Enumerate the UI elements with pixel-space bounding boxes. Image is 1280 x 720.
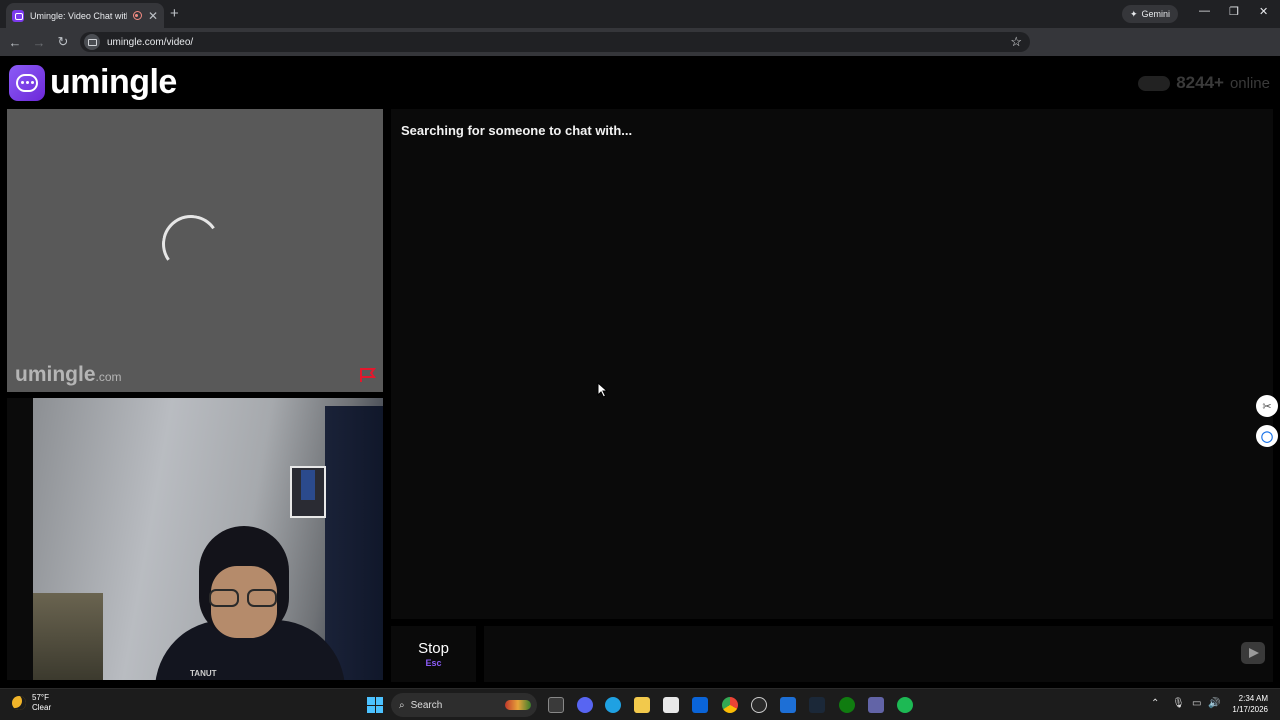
browser-tab-bar: Umingle: Video Chat with S ✕ + ✦ Gemini … [0,0,1280,28]
forward-icon[interactable]: → [27,35,51,50]
browser-tab[interactable]: Umingle: Video Chat with S ✕ [6,3,164,28]
theme-toggle[interactable] [1138,75,1171,91]
temperature: 57°F [32,693,49,702]
spotify-icon[interactable] [897,697,913,713]
chat-log: Searching for someone to chat with... [391,109,1273,619]
url-text: umingle.com/video/ [107,36,194,48]
umingle-page: umingle 8244+ online umingle.com TANUT S… [0,56,1280,688]
vscode-icon[interactable] [780,697,796,713]
assistant-icon[interactable]: ◯ [1256,425,1278,447]
stop-shortcut: Esc [425,658,442,668]
windows-start-icon[interactable] [367,697,383,713]
new-tab-button[interactable]: + [170,5,179,22]
search-highlight-icon [505,700,531,710]
timer-icon[interactable] [751,697,767,713]
file-explorer-icon[interactable] [634,697,650,713]
sparkle-icon: ✦ [1130,8,1138,19]
weather-condition: Clear [32,703,52,712]
outlook-icon[interactable] [692,697,708,713]
logo-text: umingle [50,63,177,101]
self-webcam-panel: TANUT [7,398,383,680]
xbox-icon[interactable] [839,697,855,713]
system-clock[interactable]: 2:34 AM 1/17/2026 [1232,693,1268,715]
address-bar[interactable]: umingle.com/video/ ☆ [80,32,1030,52]
microphone-icon[interactable]: 🎙 [1172,698,1185,709]
stop-button[interactable]: Stop Esc [391,626,476,682]
umingle-favicon-icon [12,9,24,22]
send-icon[interactable] [1241,642,1265,664]
windows-taskbar: 57°F Clear ⌕ Search ⌃ 🎙 ▭ 🔊 2:34 AM 1/17… [0,688,1280,720]
restore-icon[interactable]: ❐ [1229,5,1239,18]
volume-icon[interactable]: 🔊 [1208,698,1220,709]
bookmark-star-icon[interactable]: ☆ [1010,34,1022,50]
clock-time: 2:34 AM [1238,694,1268,703]
scissors-icon[interactable]: ✂ [1256,395,1278,417]
loading-spinner-icon [157,210,225,278]
taskbar-search[interactable]: ⌕ Search [391,693,537,717]
moon-icon [12,696,26,710]
close-window-icon[interactable]: ✕ [1259,5,1268,18]
online-label: online [1229,74,1270,92]
umingle-watermark: umingle.com [15,363,122,387]
edge-icon[interactable] [605,697,621,713]
reload-icon[interactable]: ↻ [51,34,75,50]
minimize-icon[interactable]: — [1199,5,1210,17]
mouse-cursor-icon [597,382,609,398]
chrome-icon[interactable] [722,697,738,713]
discord-icon[interactable] [577,697,593,713]
online-count: 8244+ [1176,73,1224,92]
hoodie-text: TANUT [190,669,217,678]
chat-bubble-logo-icon [9,64,45,101]
gemini-label: Gemini [1141,9,1171,19]
stranger-video-panel: umingle.com [7,109,383,392]
online-indicator: 8244+ online [1138,73,1270,93]
search-icon: ⌕ [399,699,405,711]
tray-overflow-icon[interactable]: ⌃ [1151,698,1159,709]
network-icon[interactable]: ▭ [1192,698,1201,709]
browser-toolbar: ← → ↻ umingle.com/video/ ☆ ⋮ [0,28,1280,76]
chat-status-text: Searching for someone to chat with... [401,123,633,138]
umingle-logo[interactable]: umingle [9,63,177,102]
tab-title: Umingle: Video Chat with S [30,10,127,21]
back-icon[interactable]: ← [3,35,27,50]
store-icon[interactable] [663,697,679,713]
steam-icon[interactable] [809,697,825,713]
teams-icon[interactable] [868,697,884,713]
webcam-feed: TANUT [33,398,383,680]
report-flag-icon[interactable] [359,367,377,383]
stop-label: Stop [418,640,449,657]
message-input[interactable] [484,626,1273,682]
watermark-main: umingle [15,363,96,386]
clock-date: 1/17/2026 [1232,705,1268,714]
task-view-icon[interactable] [548,697,564,713]
close-tab-icon[interactable]: ✕ [148,9,158,23]
recording-icon [132,11,142,20]
watermark-suffix: .com [95,370,122,384]
site-info-icon[interactable] [84,34,100,50]
weather-widget[interactable]: 57°F Clear [12,693,51,713]
gemini-button[interactable]: ✦ Gemini [1122,5,1179,23]
search-label: Search [410,699,443,711]
